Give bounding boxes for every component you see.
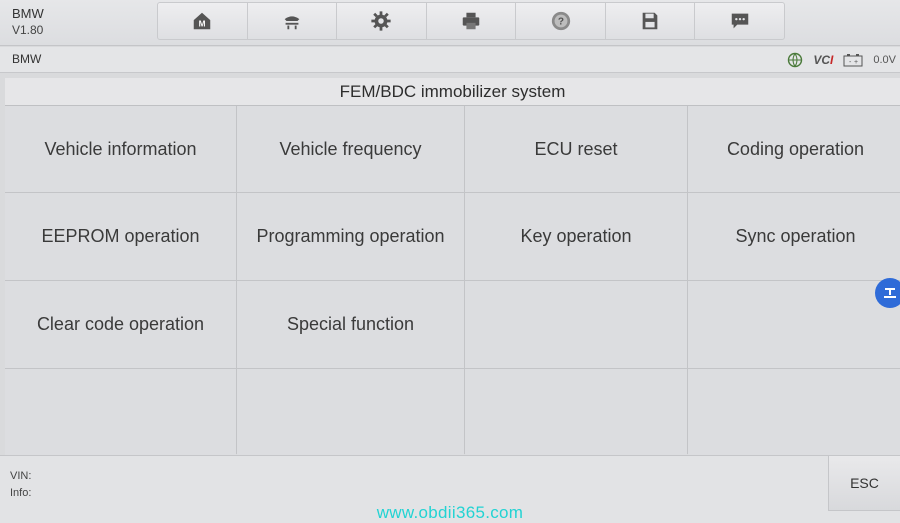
menu-item-vehicle-frequency[interactable]: Vehicle frequency xyxy=(237,106,464,192)
settings-button[interactable] xyxy=(337,3,427,39)
message-icon xyxy=(731,13,748,29)
save-icon xyxy=(642,12,658,30)
network-globe-icon xyxy=(788,52,803,68)
vehicle-lift-icon xyxy=(284,16,300,30)
empty-cell xyxy=(237,369,464,457)
status-row: BMW VCI - + 0.0V xyxy=(0,47,900,73)
top-bar: BMW V1.80 M ? xyxy=(0,0,900,46)
menu-item-clear-code-operation[interactable]: Clear code operation xyxy=(5,281,236,368)
battery-icon: - + xyxy=(843,53,863,66)
svg-text:+: + xyxy=(854,59,858,66)
svg-text:?: ? xyxy=(558,17,564,28)
empty-cell xyxy=(688,369,900,457)
svg-text:-: - xyxy=(849,59,852,66)
menu-item-special-function[interactable]: Special function xyxy=(237,281,464,368)
message-button[interactable] xyxy=(695,3,784,39)
download-tray-icon xyxy=(884,288,896,298)
menu-item-sync-operation[interactable]: Sync operation xyxy=(688,193,900,280)
menu-item-programming-operation[interactable]: Programming operation xyxy=(237,193,464,280)
help-button[interactable]: ? xyxy=(516,3,606,39)
app-make: BMW xyxy=(12,6,44,21)
gear-icon xyxy=(371,11,392,31)
page-title: FEM/BDC immobilizer system xyxy=(5,78,900,106)
app-version: V1.80 xyxy=(12,23,44,37)
vci-label-prefix: VC xyxy=(813,53,831,67)
info-label: Info: xyxy=(10,487,32,499)
menu-item-ecu-reset[interactable]: ECU reset xyxy=(465,106,687,192)
help-icon: ? xyxy=(551,11,570,31)
battery-voltage: 0.0V xyxy=(873,54,896,66)
empty-cell xyxy=(465,369,687,457)
menu-item-vehicle-information[interactable]: Vehicle information xyxy=(5,106,236,192)
watermark-text: www.obdii365.com xyxy=(376,503,524,522)
empty-cell xyxy=(5,369,236,457)
vci-label-suffix: I xyxy=(830,53,834,67)
vehicle-lift-button[interactable] xyxy=(248,3,338,39)
status-vehicle-make: BMW xyxy=(12,52,42,66)
print-button[interactable] xyxy=(427,3,517,39)
status-icons: VCI - + 0.0V xyxy=(787,52,896,68)
menu-item-eeprom-operation[interactable]: EEPROM operation xyxy=(5,193,236,280)
empty-cell xyxy=(465,281,687,368)
svg-text:M: M xyxy=(199,20,206,29)
function-menu-grid: Vehicle information Vehicle frequency EC… xyxy=(5,106,900,457)
save-button[interactable] xyxy=(606,3,696,39)
empty-cell xyxy=(688,281,900,368)
vin-label: VIN: xyxy=(10,470,32,482)
floating-assist-button[interactable] xyxy=(875,278,900,308)
menu-item-coding-operation[interactable]: Coding operation xyxy=(688,106,900,192)
vehicle-info-panel: VIN: Info: xyxy=(10,468,31,502)
printer-icon xyxy=(462,12,480,30)
menu-item-key-operation[interactable]: Key operation xyxy=(465,193,687,280)
home-icon: M xyxy=(194,12,211,30)
vci-status: VCI xyxy=(813,53,833,67)
app-identity: BMW V1.80 xyxy=(12,5,44,39)
main-toolbar: M ? xyxy=(157,2,785,40)
home-button[interactable]: M xyxy=(158,3,248,39)
